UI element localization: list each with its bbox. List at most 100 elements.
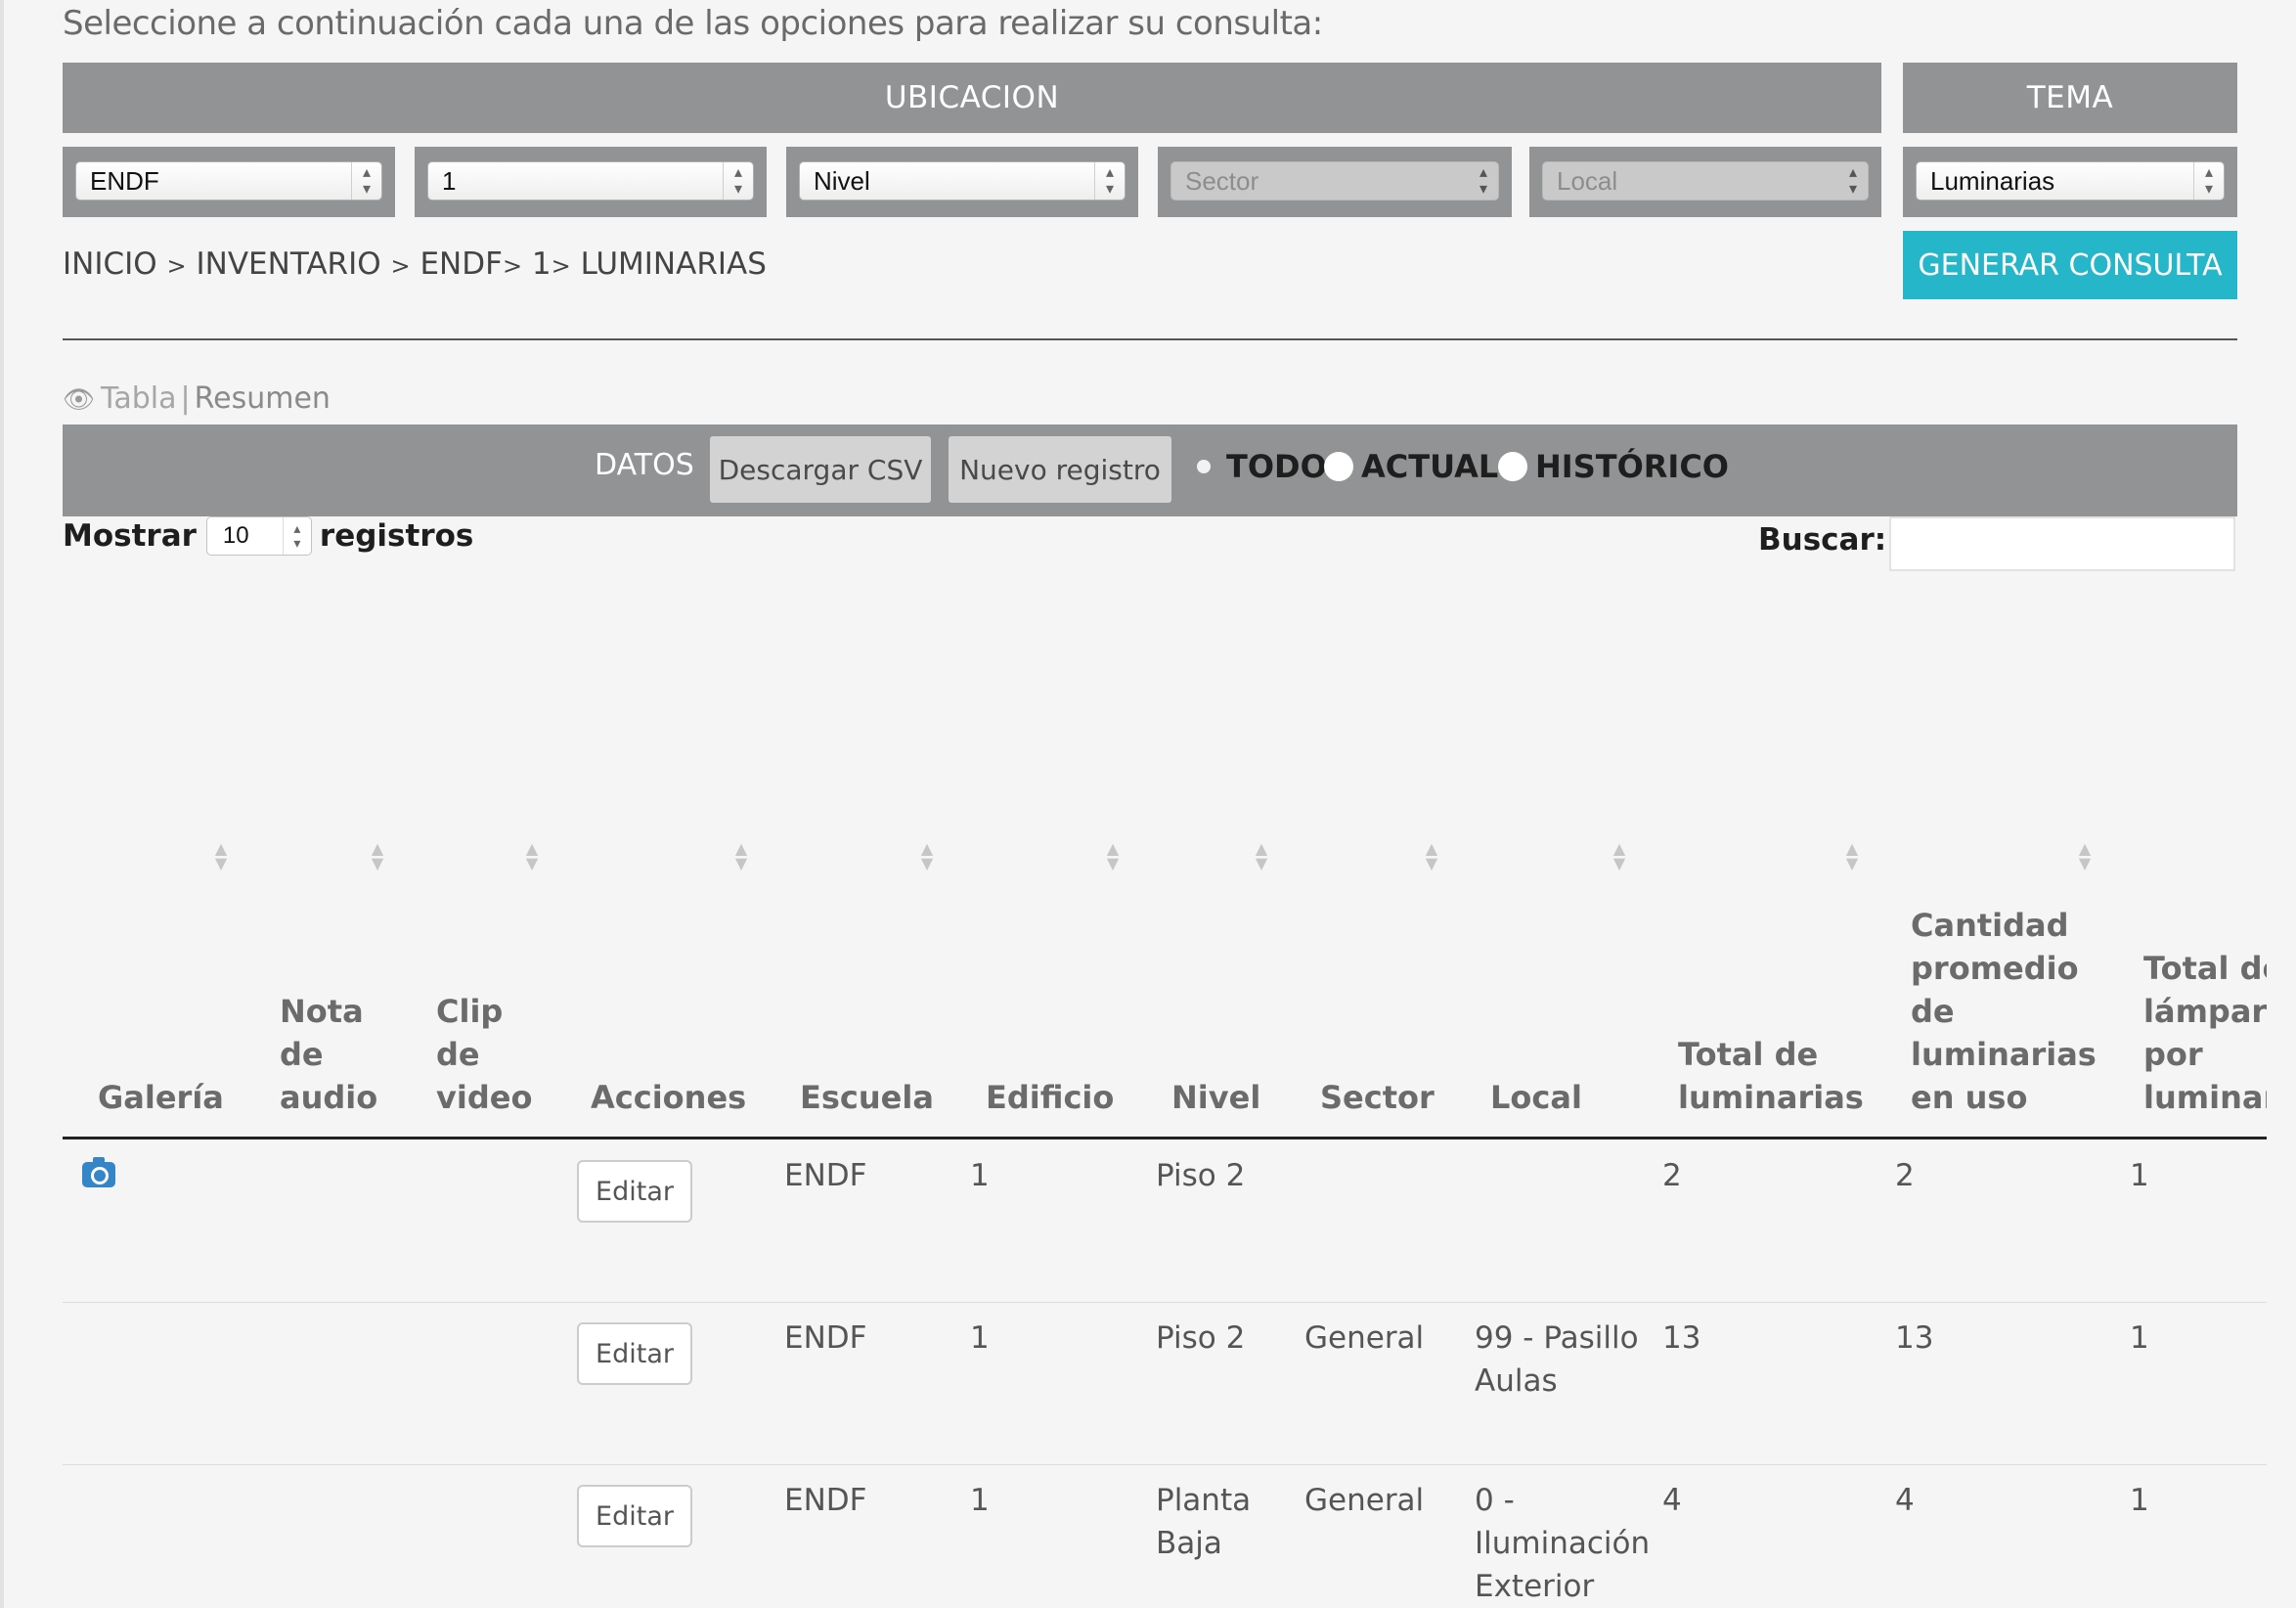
sort-icon[interactable]: ▲ ▼ [211,841,231,871]
eye-icon: 👁 [63,385,96,415]
sort-icon[interactable]: ▲ ▼ [1842,841,1862,871]
cell-local: 99 - Pasillo Aulas [1475,1320,1639,1399]
sort-icon[interactable]: ▲ ▼ [368,841,387,871]
escuela-select-box: ENDF ▴ ▾ [63,147,395,217]
view-toggle: 👁 Tabla | Resumen [63,381,331,416]
descargar-csv-button[interactable]: Descargar CSV [710,436,931,503]
datos-toolbar: DATOS Descargar CSV Nuevo registro TODO … [63,424,2237,516]
breadcrumb-inicio[interactable]: INICIO [63,246,157,282]
cell-nivel: Piso 2 [1156,1158,1246,1193]
cell-edificio: 1 [970,1483,990,1518]
col-nota-audio[interactable]: Nota de audio [280,990,387,1119]
editar-button[interactable]: Editar [577,1485,692,1547]
cell-cantidad: 13 [1895,1320,1934,1356]
sort-icon[interactable]: ▲ ▼ [1103,841,1123,871]
radio-unchecked-icon [1498,452,1527,481]
tema-select[interactable]: Luminarias ▴ ▾ [1916,161,2225,201]
cell-lamparas: 1 [2130,1320,2149,1356]
col-edificio[interactable]: Edificio [986,1076,1114,1119]
cell-cantidad: 4 [1895,1483,1915,1518]
cell-escuela: ENDF [784,1320,867,1356]
breadcrumb-edificio[interactable]: 1 [532,246,552,282]
escuela-select[interactable]: ENDF ▴ ▾ [75,161,382,201]
view-tabla-link[interactable]: Tabla [101,381,177,416]
col-clip-video[interactable]: Clip de video [436,990,532,1119]
view-resumen-link[interactable]: Resumen [195,381,331,416]
select-arrows-icon: ▴ ▾ [2193,162,2224,200]
col-local[interactable]: Local [1490,1076,1582,1119]
cell-sector: General [1304,1320,1425,1356]
nuevo-registro-button[interactable]: Nuevo registro [949,436,1171,503]
breadcrumb: INICIO > INVENTARIO > ENDF> 1> LUMINARIA… [63,246,767,282]
cell-sector: General [1304,1483,1425,1518]
tema-title: TEMA [2026,80,2114,115]
col-acciones[interactable]: Acciones [591,1076,746,1119]
breadcrumb-tema: LUMINARIAS [580,246,767,282]
col-cantidad-promedio[interactable]: Cantidad promedio de luminarias en uso [1911,904,2106,1119]
cell-total: 13 [1662,1320,1701,1356]
cell-escuela: ENDF [784,1158,867,1193]
nivel-select-box: Nivel ▴ ▾ [786,147,1138,217]
col-sector[interactable]: Sector [1320,1076,1435,1119]
breadcrumb-escuela[interactable]: ENDF [419,246,502,282]
select-arrows-icon: ▴ ▾ [1848,164,1858,198]
generar-consulta-button[interactable]: GENERAR CONSULTA [1903,231,2237,299]
cell-lamparas: 1 [2130,1158,2149,1193]
radio-unchecked-icon [1324,452,1353,481]
editar-button[interactable]: Editar [577,1160,692,1223]
select-arrows-icon: ▴ ▾ [351,162,381,200]
cell-nivel: Piso 2 [1156,1320,1246,1356]
col-nivel[interactable]: Nivel [1171,1076,1260,1119]
page-length-select[interactable]: 10 ▴ ▾ [205,516,312,556]
cell-lamparas: 1 [2130,1483,2149,1518]
sort-icon[interactable]: ▲ ▼ [917,841,937,871]
cell-total: 4 [1662,1483,1682,1518]
table-row: Editar ENDF 1 Planta Baja General 0 - Il… [63,1465,2267,1608]
sort-icon[interactable]: ▲ ▼ [2075,841,2095,871]
cell-total: 2 [1662,1158,1682,1193]
page-left-border [0,0,4,1608]
search-input[interactable] [1889,516,2235,571]
edificio-select-box: 1 ▴ ▾ [415,147,767,217]
sector-select-box: Sector ▴ ▾ [1158,147,1512,217]
col-escuela[interactable]: Escuela [800,1076,934,1119]
camera-icon[interactable] [82,1157,115,1187]
select-arrows-icon: ▴ ▾ [1479,164,1488,198]
col-galeria[interactable]: Galería [98,1076,224,1119]
intro-text: Seleccione a continuación cada una de la… [63,4,1323,43]
cell-escuela: ENDF [784,1483,867,1518]
local-select-box: Local ▴ ▾ [1529,147,1881,217]
select-arrows-icon: ▴ ▾ [1094,162,1125,200]
editar-button[interactable]: Editar [577,1322,692,1385]
sort-icon[interactable]: ▲ ▼ [1252,841,1271,871]
sort-icon[interactable]: ▲ ▼ [1610,841,1629,871]
sort-icon[interactable]: ▲ ▼ [1422,841,1441,871]
cell-nivel: Planta Baja [1156,1483,1252,1561]
sort-icon[interactable]: ▲ ▼ [731,841,751,871]
col-total-luminarias[interactable]: Total de luminarias [1678,1033,1874,1119]
table-header-rule [63,1137,2267,1139]
sector-select[interactable]: Sector ▴ ▾ [1170,161,1499,201]
ubicacion-header: UBICACION [63,63,1881,133]
breadcrumb-inventario[interactable]: INVENTARIO [197,246,381,282]
nivel-select[interactable]: Nivel ▴ ▾ [799,161,1126,201]
tema-header: TEMA [1903,63,2237,133]
buscar-label: Buscar: [1758,522,1887,558]
sort-icon[interactable]: ▲ ▼ [522,841,542,871]
local-select[interactable]: Local ▴ ▾ [1542,161,1869,201]
cell-edificio: 1 [970,1320,990,1356]
table-row: Editar ENDF 1 Piso 2 2 2 1 [63,1140,2267,1303]
page-right-edge [2267,841,2296,1608]
edificio-select[interactable]: 1 ▴ ▾ [427,161,754,201]
radio-historico[interactable]: HISTÓRICO [1498,448,1729,485]
datos-label: DATOS [595,448,694,482]
divider [63,338,2237,340]
radio-todo[interactable]: TODO [1189,448,1327,485]
cell-edificio: 1 [970,1158,990,1193]
select-arrows-icon: ▴ ▾ [282,517,311,555]
radio-actual[interactable]: ACTUAL [1324,448,1498,485]
table-header: ▲ ▼ ▲ ▼ ▲ ▼ ▲ ▼ ▲ ▼ ▲ ▼ ▲ ▼ ▲ ▼ ▲ ▼ ▲ ▼ ▲ ▼ Galería… [63,831,2296,1139]
page-length-control: Mostrar 10 ▴ ▾ registros [63,516,474,556]
ubicacion-title: UBICACION [884,80,1060,115]
select-arrows-icon: ▴ ▾ [723,162,753,200]
